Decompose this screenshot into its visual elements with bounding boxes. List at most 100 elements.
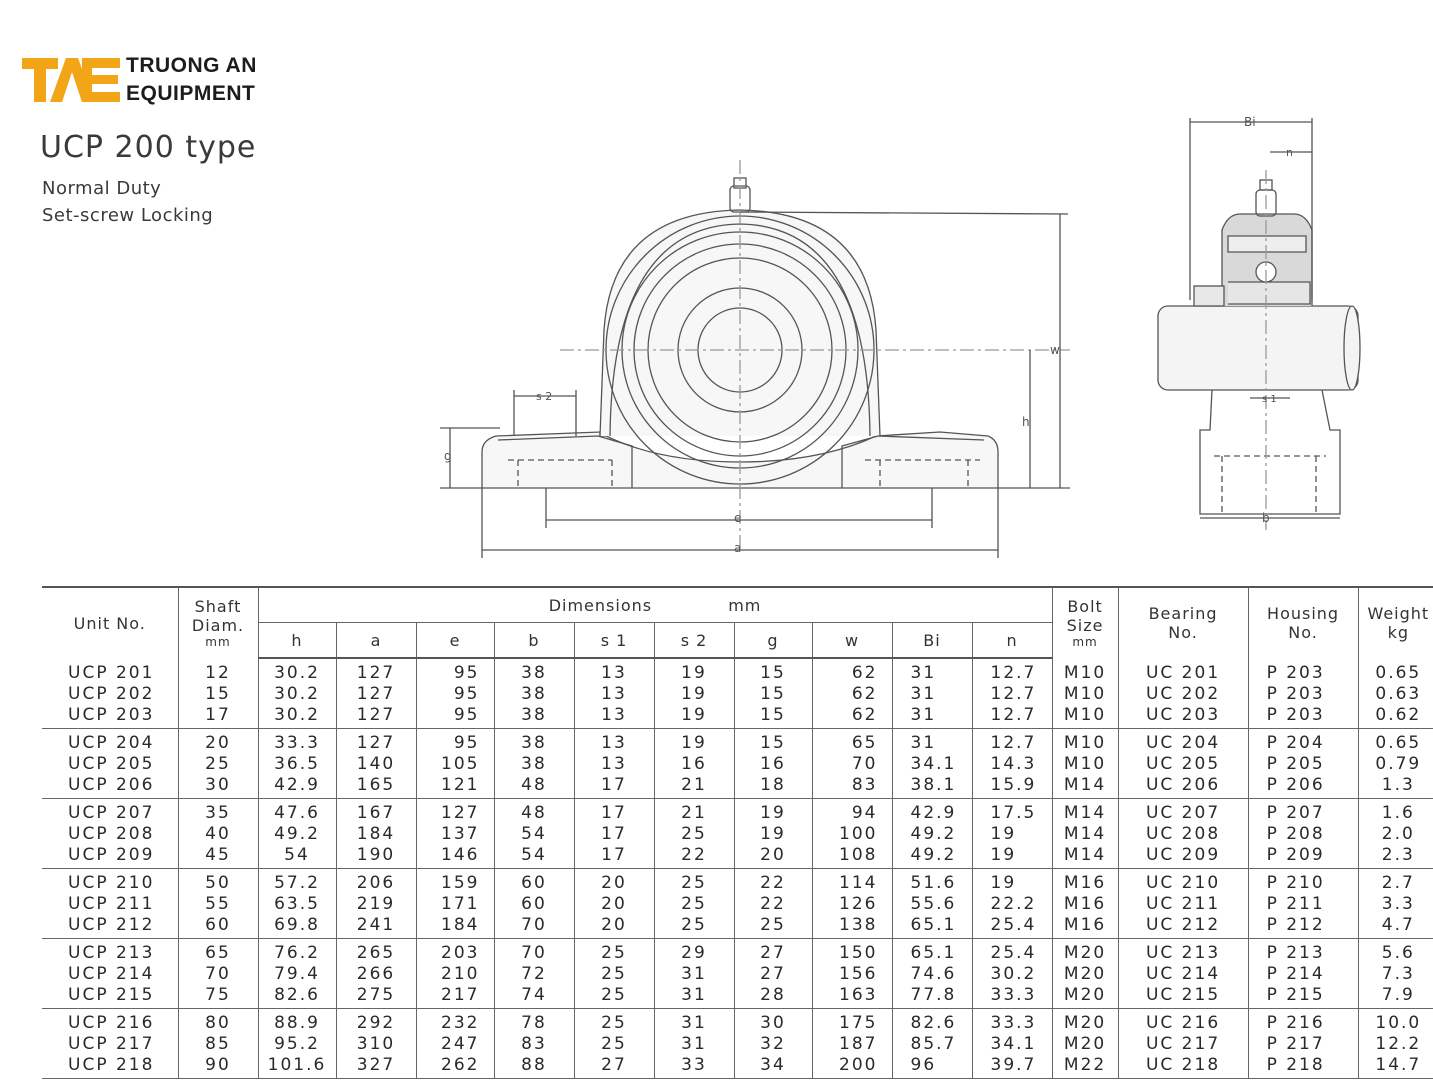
cell-b: 38: [494, 705, 575, 729]
cell-b: 38: [494, 754, 575, 775]
cell-n: 12.7: [972, 658, 1053, 684]
cell-housing-no: P 211: [1248, 894, 1359, 915]
header-shaft-line1: Shaft: [194, 597, 242, 616]
cell-a: 190: [336, 845, 417, 869]
cell-bearing-no: UC 212: [1118, 915, 1249, 939]
cell-housing-no: P 217: [1248, 1034, 1359, 1055]
cell-bi: 77.8: [892, 985, 973, 1009]
cell-w: 108: [812, 845, 893, 869]
cell-g: 18: [734, 775, 813, 799]
cell-a: 165: [336, 775, 417, 799]
cell-b: 48: [494, 798, 575, 824]
cell-e: 247: [416, 1034, 495, 1055]
cell-w: 163: [812, 985, 893, 1009]
cell-g: 25: [734, 915, 813, 939]
cell-h: 69.8: [258, 915, 337, 939]
cell-shaft-diam: 30: [178, 775, 259, 799]
cell-shaft-diam: 55: [178, 894, 259, 915]
cell-bearing-no: UC 205: [1118, 754, 1249, 775]
cell-g: 28: [734, 985, 813, 1009]
dim-label-a: a: [734, 541, 741, 555]
cell-a: 310: [336, 1034, 417, 1055]
cell-h: 47.6: [258, 798, 337, 824]
cell-h: 82.6: [258, 985, 337, 1009]
cell-s1: 17: [574, 775, 655, 799]
cell-bolt-size: M16: [1052, 894, 1119, 915]
cell-weight: 1.6: [1381, 803, 1415, 823]
cell-w: 62: [812, 684, 893, 705]
cell-bolt-size: M16: [1052, 868, 1119, 894]
cell-b: 38: [494, 658, 575, 684]
cell-s2: 31: [654, 964, 735, 985]
cell-s2: 21: [654, 775, 735, 799]
table-row: UCP 212 60 69.8 241 184 70 20 25 25 138 65.1 25.4 M1…: [42, 915, 1433, 939]
cell-bearing-no: UC 218: [1118, 1055, 1249, 1079]
table-row: UCP 214 70 79.4 266 210 72 25 31 27 156 74.6 30.2 M2…: [42, 964, 1433, 985]
cell-bolt-size: M20: [1052, 1034, 1119, 1055]
cell-bi: 42.9: [892, 798, 973, 824]
cell-s1: 17: [574, 798, 655, 824]
cell-bi: 49.2: [892, 845, 973, 869]
cell-g: 22: [734, 894, 813, 915]
dim-label-w: w: [1050, 343, 1060, 357]
cell-housing-no: P 213: [1248, 938, 1359, 964]
cell-e: 171: [416, 894, 495, 915]
cell-e: 210: [416, 964, 495, 985]
side-view: Bi n s 1 b: [1157, 115, 1361, 530]
cell-shaft-diam: 15: [178, 684, 259, 705]
table-row: UCP 213 65 76.2 265 203 70 25 29 27 150 65.1 25.4 M2…: [42, 938, 1433, 964]
cell-s2: 25: [654, 915, 735, 939]
cell-n: 19: [972, 824, 1053, 845]
header-bolt-line2: Size: [1066, 616, 1104, 635]
cell-bearing-no: UC 213: [1118, 938, 1249, 964]
cell-bearing-no: UC 206: [1118, 775, 1249, 799]
cell-h: 95.2: [258, 1034, 337, 1055]
header-bolt-line1: Bolt: [1067, 597, 1103, 616]
cell-h: 88.9: [258, 1008, 337, 1034]
cell-w: 150: [812, 938, 893, 964]
cell-bi: 31: [892, 658, 973, 684]
header-shaft-line2: Diam.: [191, 616, 245, 635]
cell-n: 15.9: [972, 775, 1053, 799]
cell-b: 88: [494, 1055, 575, 1079]
cell-s1: 20: [574, 868, 655, 894]
cell-w: 65: [812, 728, 893, 754]
cell-h: 54: [258, 845, 337, 869]
cell-s1: 13: [574, 658, 655, 684]
cell-s2: 21: [654, 798, 735, 824]
cell-h: 49.2: [258, 824, 337, 845]
cell-s2: 33: [654, 1055, 735, 1079]
cell-weight: 0.65: [1375, 733, 1422, 753]
cell-s2: 31: [654, 985, 735, 1009]
cell-bolt-size: M20: [1052, 1008, 1119, 1034]
cell-s1: 17: [574, 824, 655, 845]
cell-bearing-no: UC 209: [1118, 845, 1249, 869]
cell-w: 94: [812, 798, 893, 824]
header-bearing-line2: No.: [1168, 623, 1198, 642]
cell-bearing-no: UC 208: [1118, 824, 1249, 845]
cell-bi: 96: [892, 1055, 973, 1079]
cell-h: 30.2: [258, 658, 337, 684]
cell-s1: 27: [574, 1055, 655, 1079]
cell-shaft-diam: 20: [178, 728, 259, 754]
cell-s2: 19: [654, 705, 735, 729]
cell-b: 54: [494, 824, 575, 845]
dim-label-b: b: [1262, 511, 1270, 525]
cell-g: 32: [734, 1034, 813, 1055]
cell-housing-no: P 214: [1248, 964, 1359, 985]
cell-h: 57.2: [258, 868, 337, 894]
cell-a: 127: [336, 684, 417, 705]
header-dimensions-label: Dimensions: [548, 595, 653, 615]
cell-s2: 16: [654, 754, 735, 775]
cell-unit-no: UCP 215: [42, 985, 179, 1009]
cell-housing-no: P 206: [1248, 775, 1359, 799]
cell-b: 38: [494, 684, 575, 705]
cell-n: 14.3: [972, 754, 1053, 775]
header-weight: Weight kg: [1358, 586, 1433, 658]
cell-w: 138: [812, 915, 893, 939]
cell-unit-no: UCP 207: [42, 798, 179, 824]
cell-e: 95: [416, 684, 495, 705]
cell-bearing-no: UC 216: [1118, 1008, 1249, 1034]
cell-e: 137: [416, 824, 495, 845]
cell-shaft-diam: 35: [178, 798, 259, 824]
